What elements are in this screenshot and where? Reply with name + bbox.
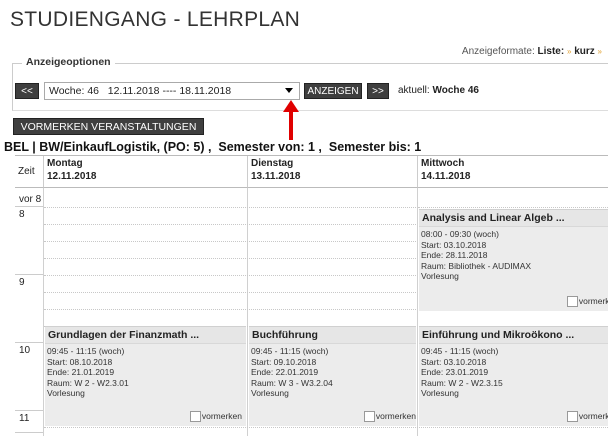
slot-line [44, 427, 608, 428]
vormerken-checkbox[interactable]: vormerken [566, 410, 608, 422]
event-type: Vorlesung [421, 271, 459, 281]
event-time: 09:45 - 11:15 (woch) [251, 346, 329, 356]
slot-line [44, 292, 416, 293]
event-mikrooekonomie[interactable]: Einführung und Mikroökono ... 09:45 - 11… [419, 326, 608, 426]
vormerken-checkbox[interactable]: vormerken [189, 410, 242, 422]
current-week-label: aktuell: [398, 85, 430, 96]
time-cell: 8 [15, 209, 43, 275]
event-room: Raum: Bibliothek - AUDIMAX [421, 260, 532, 271]
day-name: Montag [47, 158, 83, 169]
event-time: 09:45 - 11:15 (woch) [421, 346, 499, 356]
vormerken-label: vormerken [201, 410, 242, 421]
day-header-monday: Montag 12.11.2018 [43, 156, 247, 188]
week-select[interactable]: Woche: 46 12.11.2018 ---- 18.11.2018 [44, 82, 300, 100]
event-type: Vorlesung [251, 388, 289, 398]
slot-line [44, 224, 416, 225]
event-end: Ende: 21.01.2019 [47, 367, 115, 377]
event-start: Start: 09.10.2018 [251, 356, 317, 367]
event-title[interactable]: Einführung und Mikroökono ... [419, 327, 608, 344]
day-name: Mittwoch [421, 158, 465, 169]
slot-line [44, 258, 416, 259]
vormerken-veranstaltungen-button[interactable]: VORMERKEN VERANSTALTUNGEN [13, 118, 204, 135]
prev-week-button[interactable]: << [15, 83, 39, 99]
event-end: Ende: 22.01.2019 [251, 367, 319, 377]
event-type: Vorlesung [421, 388, 459, 398]
day-header-tuesday: Dienstag 13.11.2018 [247, 156, 417, 188]
slot-line [44, 241, 416, 242]
current-week: aktuell: Woche 46 [398, 85, 479, 96]
zeit-header: Zeit [15, 156, 43, 188]
event-room: Raum: W 2 - W2.3.15 [421, 377, 503, 388]
display-options-legend: Anzeigeoptionen [22, 56, 115, 68]
day-date: 12.11.2018 [47, 171, 97, 182]
timetable: Zeit Montag 12.11.2018 Dienstag 13.11.20… [15, 155, 608, 436]
event-end: Ende: 28.11.2018 [421, 250, 488, 260]
time-cell: 10 [15, 345, 43, 411]
current-week-value: Woche 46 [432, 85, 479, 96]
column-divider [247, 188, 248, 436]
event-start: Start: 03.10.2018 [421, 239, 487, 250]
day-date: 13.11.2018 [251, 171, 301, 182]
vormerken-label: vormerken [578, 295, 608, 306]
event-title[interactable]: Grundlagen der Finanzmath ... [45, 327, 246, 344]
formats-label: Anzeigeformate: [461, 46, 535, 57]
format-short-link[interactable]: kurz [574, 46, 595, 57]
event-type: Vorlesung [47, 388, 85, 398]
event-start: Start: 08.10.2018 [47, 356, 113, 367]
checkbox-icon[interactable] [363, 411, 375, 422]
slot-line [44, 207, 416, 208]
show-button[interactable]: ANZEIGEN [304, 83, 362, 99]
next-week-button[interactable]: >> [367, 83, 389, 99]
day-date: 14.11.2018 [421, 171, 471, 182]
event-analysis[interactable]: Analysis and Linear Algeb ... 08:00 - 09… [419, 209, 608, 311]
event-end: Ende: 23.01.2019 [421, 367, 489, 377]
day-name: Dienstag [251, 158, 294, 169]
checkbox-icon[interactable] [566, 411, 578, 422]
event-finanzmath[interactable]: Grundlagen der Finanzmath ... 09:45 - 11… [45, 326, 246, 426]
chevron-down-icon [285, 88, 293, 93]
checkbox-icon[interactable] [189, 411, 201, 422]
display-formats: Anzeigeformate: Liste: » kurz » [462, 46, 602, 57]
vormerken-checkbox[interactable]: vormerken [566, 295, 608, 307]
event-room: Raum: W 3 - W3.2.04 [251, 377, 333, 388]
time-cell: 9 [15, 277, 43, 343]
format-sep-icon: » [597, 47, 602, 56]
event-time: 08:00 - 09:30 (woch) [421, 229, 499, 239]
slot-line [44, 275, 416, 276]
annotation-arrow-shaft [289, 110, 293, 140]
time-cell: vor 8 [15, 194, 43, 207]
column-divider [43, 188, 44, 436]
format-list-link[interactable]: Liste: [538, 46, 565, 57]
vormerken-label: vormerken [578, 410, 608, 421]
slot-line [418, 207, 608, 208]
week-select-value: Woche: 46 12.11.2018 ---- 18.11.2018 [49, 85, 232, 97]
time-cell: 11 [15, 413, 43, 433]
page-title: STUDIENGANG - LEHRPLAN [10, 8, 301, 31]
column-divider [417, 188, 418, 436]
day-header-wednesday: Mittwoch 14.11.2018 [417, 156, 608, 188]
event-time: 09:45 - 11:15 (woch) [47, 346, 125, 356]
vormerken-label: vormerken [375, 410, 416, 421]
event-title[interactable]: Analysis and Linear Algeb ... [419, 210, 608, 227]
vormerken-checkbox[interactable]: vormerken [363, 410, 416, 422]
event-title[interactable]: Buchführung [249, 327, 416, 344]
event-room: Raum: W 2 - W2.3.01 [47, 377, 129, 388]
slot-line [44, 309, 416, 310]
format-sep-icon: » [566, 47, 572, 56]
course-info: BEL | BW/EinkaufLogistik, (PO: 5) , Seme… [4, 140, 422, 154]
checkbox-icon[interactable] [566, 296, 578, 307]
event-start: Start: 03.10.2018 [421, 356, 487, 367]
event-buchfuehrung[interactable]: Buchführung 09:45 - 11:15 (woch) Start: … [249, 326, 416, 426]
